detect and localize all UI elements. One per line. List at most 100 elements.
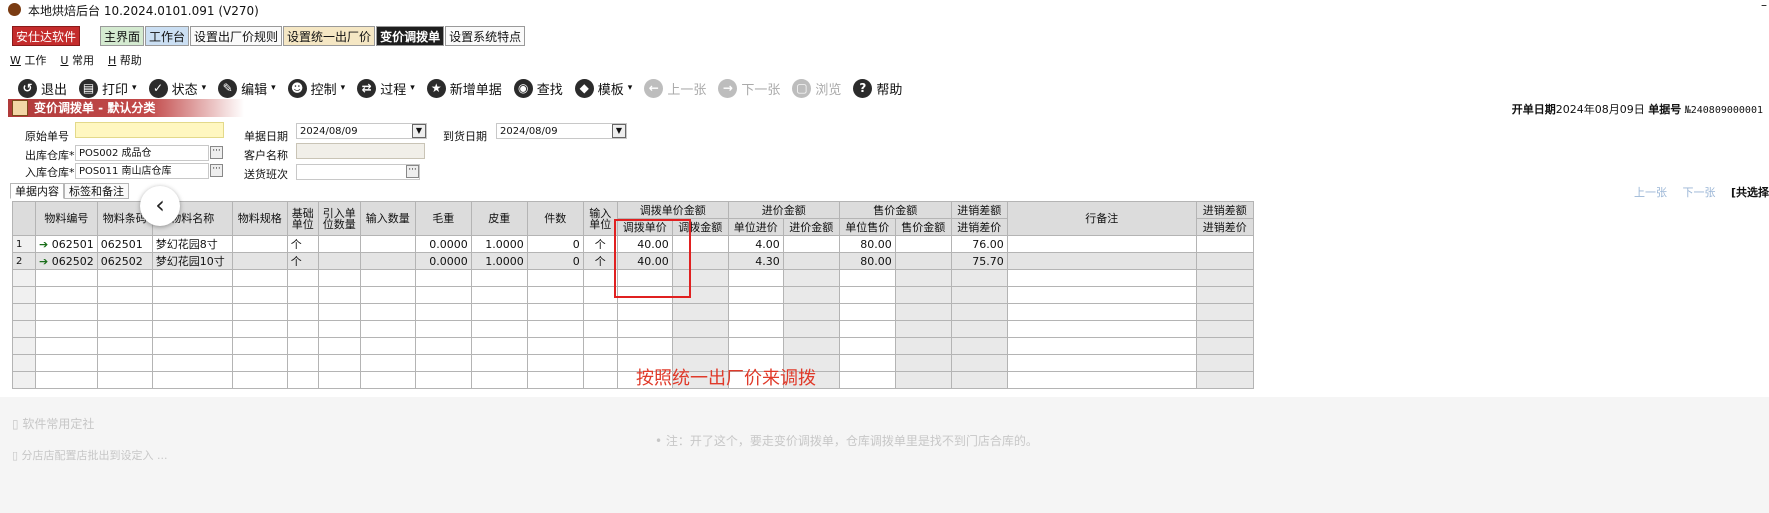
cell-pieces[interactable] [526, 371, 584, 389]
out-warehouse-picker-button[interactable]: ··· [210, 146, 223, 159]
col-header-code[interactable]: 物料编号 [35, 201, 98, 236]
tab-3[interactable]: 设置统一出厂价 [283, 26, 376, 46]
menu-item-2[interactable]: H 帮助 [108, 52, 142, 68]
table-row[interactable] [12, 320, 1254, 338]
cell-code[interactable]: ➔ 062502 [35, 252, 98, 270]
cell-in-unit[interactable]: 个 [582, 252, 618, 270]
toolbar-button-1[interactable]: ▤ 打印 ▾ [79, 78, 137, 98]
table-row[interactable] [12, 337, 1254, 355]
cell-barcode[interactable] [96, 303, 153, 321]
brand-menu-button[interactable]: 安仕达软件 ▾ [12, 26, 80, 63]
col-header-in-unit[interactable]: 输入单位 [582, 201, 618, 236]
cell-purchase-amt[interactable] [782, 286, 840, 304]
cell-spec[interactable] [231, 371, 288, 389]
cell-diff-price[interactable] [950, 303, 1008, 321]
orig-no-input[interactable] [75, 122, 224, 138]
toolbar-button-10[interactable]: → 下一张 [718, 78, 780, 98]
cell-sale-amt[interactable] [894, 303, 952, 321]
cell-unit-purchase[interactable] [727, 269, 784, 287]
cell-unit-purchase[interactable] [727, 303, 784, 321]
cell-name[interactable] [151, 337, 233, 355]
cell-tare[interactable] [470, 320, 528, 338]
cell-ref-qty[interactable] [317, 303, 361, 321]
cell-diff-price2[interactable] [1195, 371, 1254, 389]
cell-barcode[interactable] [96, 354, 153, 372]
cell-sale-amt[interactable] [894, 235, 952, 253]
cell-name[interactable] [151, 354, 233, 372]
cell-code[interactable] [35, 320, 98, 338]
cell-tare[interactable] [470, 286, 528, 304]
toolbar-button-2[interactable]: ✓ 状态 ▾ [148, 78, 206, 98]
cell-gross[interactable] [414, 320, 472, 338]
cell-code[interactable] [35, 269, 98, 287]
cell-barcode[interactable] [96, 371, 153, 389]
cell-gross[interactable]: 0.0000 [414, 252, 472, 270]
cell-diff-price[interactable]: 75.70 [950, 252, 1008, 270]
tab-doc-content[interactable]: 单据内容 [10, 183, 64, 199]
cell-pieces[interactable] [526, 303, 584, 321]
cell-sale-amt[interactable] [894, 252, 952, 270]
cell-unit-purchase[interactable]: 4.00 [727, 235, 784, 253]
cell-diff-price2[interactable] [1195, 354, 1254, 372]
doc-date-dropdown-icon[interactable]: ▼ [412, 124, 426, 138]
cell-ref-qty[interactable] [317, 252, 361, 270]
toolbar-button-12[interactable]: ? 帮助 [853, 78, 902, 98]
cell-name[interactable] [151, 303, 233, 321]
col-header-unit-purchase[interactable]: 单位进价 [727, 218, 784, 236]
cell-name[interactable] [151, 269, 233, 287]
out-warehouse-input[interactable]: POS002 成品仓 [75, 145, 209, 161]
cell-unit-sale[interactable]: 80.00 [838, 235, 896, 253]
tab-1[interactable]: 工作台 [145, 26, 190, 46]
cell-sale-amt[interactable] [894, 286, 952, 304]
cell-purchase-amt[interactable] [782, 252, 840, 270]
toolbar-button-9[interactable]: ← 上一张 [644, 78, 706, 98]
table-row[interactable] [12, 303, 1254, 321]
cell-barcode[interactable]: 062501 [96, 235, 153, 253]
cell-unit-sale[interactable] [838, 371, 896, 389]
shift-picker-button[interactable]: ··· [406, 165, 419, 178]
cell-in-unit[interactable] [582, 337, 618, 355]
cell-diff-price2[interactable] [1195, 320, 1254, 338]
cell-diff-price[interactable] [950, 371, 1008, 389]
cell-base-unit[interactable] [286, 354, 319, 372]
cell-diff-price2[interactable] [1195, 303, 1254, 321]
cell-in-unit[interactable] [582, 354, 618, 372]
cell-diff-price[interactable] [950, 337, 1008, 355]
in-warehouse-picker-button[interactable]: ··· [210, 164, 223, 177]
cell-unit-purchase[interactable] [727, 286, 784, 304]
cell-purchase-amt[interactable] [782, 269, 840, 287]
col-header-ref-qty[interactable]: 引入单位数量 [317, 201, 361, 236]
cell-remark[interactable] [1006, 235, 1197, 253]
cell-ref-qty[interactable] [317, 235, 361, 253]
cell-name[interactable]: 梦幻花园8寸 [151, 235, 233, 253]
cell-unit-purchase[interactable]: 4.30 [727, 252, 784, 270]
back-arrow-button[interactable]: ‹ [140, 186, 180, 226]
cell-base-unit[interactable] [286, 337, 319, 355]
cell-spec[interactable] [231, 235, 288, 253]
cell-in-qty[interactable] [359, 320, 416, 338]
cell-unit-purchase[interactable] [727, 320, 784, 338]
col-header-remark[interactable]: 行备注 [1006, 201, 1197, 236]
cell-code[interactable] [35, 354, 98, 372]
cell-spec[interactable] [231, 286, 288, 304]
cell-remark[interactable] [1006, 252, 1197, 270]
cell-base-unit[interactable] [286, 320, 319, 338]
cell-barcode[interactable] [96, 337, 153, 355]
cell-tare[interactable] [470, 303, 528, 321]
col-header-sale-amount[interactable]: 售价金额 [894, 218, 952, 236]
shift-input[interactable] [296, 164, 420, 180]
cell-tare[interactable] [470, 371, 528, 389]
cell-tare[interactable]: 1.0000 [470, 235, 528, 253]
cell-pieces[interactable]: 0 [526, 252, 584, 270]
cell-code[interactable] [35, 303, 98, 321]
cell-gross[interactable]: 0.0000 [414, 235, 472, 253]
cell-unit-purchase[interactable] [727, 337, 784, 355]
col-header-spec[interactable]: 物料规格 [231, 201, 288, 236]
cell-remark[interactable] [1006, 269, 1197, 287]
prev-record-link[interactable]: 上一张 [1634, 186, 1667, 199]
col-header-purchase-amount[interactable]: 进价金额 [782, 218, 840, 236]
cell-sale-amt[interactable] [894, 337, 952, 355]
cell-ref-qty[interactable] [317, 286, 361, 304]
col-header-diff-price-2[interactable]: 进销差价 [1195, 218, 1254, 236]
cell-diff-price2[interactable] [1195, 269, 1254, 287]
